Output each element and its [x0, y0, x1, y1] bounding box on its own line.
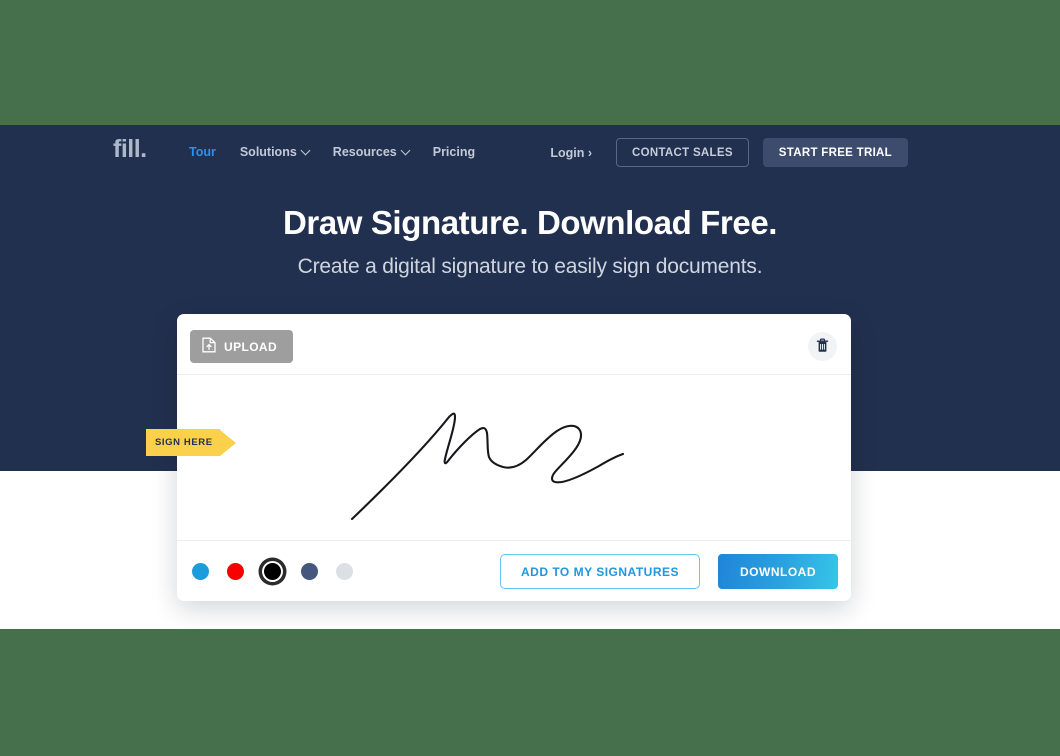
chevron-down-icon: [400, 145, 411, 155]
screenshot-viewport: fill. Tour Solutions Resources Pricing L…: [0, 0, 1060, 756]
nav-item-tour-label: Tour: [189, 145, 216, 159]
signature-drawing: [350, 412, 625, 521]
color-swatch-slate[interactable]: [301, 563, 318, 580]
signature-card-header: UPLOAD: [177, 314, 851, 375]
nav-item-pricing-label: Pricing: [432, 145, 476, 159]
nav-links: Tour Solutions Resources Pricing: [189, 145, 475, 159]
nav-item-solutions-label: Solutions: [239, 145, 297, 159]
nav-item-resources[interactable]: Resources: [332, 145, 411, 159]
nav-item-solutions[interactable]: Solutions: [239, 145, 311, 159]
footer-actions: ADD TO MY SIGNATURES DOWNLOAD: [499, 554, 838, 589]
delete-signature-button[interactable]: [808, 332, 837, 361]
nav-item-tour[interactable]: Tour: [189, 145, 216, 159]
signature-card: UPLOAD SIGN HERE ADD TO MY SIGNATURES DO…: [146, 314, 851, 601]
web-page: fill. Tour Solutions Resources Pricing L…: [0, 125, 1060, 629]
sign-here-arrow-icon: [219, 429, 236, 456]
download-button[interactable]: DOWNLOAD: [718, 554, 838, 589]
color-swatch-light-gray[interactable]: [336, 563, 353, 580]
site-logo[interactable]: fill.: [113, 137, 147, 162]
signature-canvas[interactable]: SIGN HERE: [146, 375, 851, 541]
upload-button-label: UPLOAD: [224, 339, 278, 354]
trash-icon: [816, 337, 829, 356]
nav-item-resources-label: Resources: [332, 145, 397, 159]
color-swatch-blue[interactable]: [192, 563, 209, 580]
sign-here-tag: SIGN HERE: [146, 429, 236, 456]
color-swatch-black[interactable]: [262, 561, 283, 582]
document-upload-icon: [202, 337, 216, 356]
page-subtitle: Create a digital signature to easily sig…: [297, 255, 763, 278]
page-title: Draw Signature. Download Free.: [282, 204, 778, 241]
nav-item-pricing[interactable]: Pricing: [433, 145, 475, 159]
top-navbar: fill. Tour Solutions Resources Pricing L…: [0, 125, 1060, 181]
color-swatches: [192, 561, 353, 582]
chevron-down-icon: [300, 145, 311, 155]
navbar-actions: Login › CONTACT SALES START FREE TRIAL: [550, 138, 908, 167]
upload-button[interactable]: UPLOAD: [190, 330, 294, 363]
start-free-trial-button[interactable]: START FREE TRIAL: [762, 138, 908, 167]
signature-card-footer: ADD TO MY SIGNATURES DOWNLOAD: [177, 541, 851, 600]
sign-here-label: SIGN HERE: [146, 429, 220, 456]
add-to-my-signatures-button[interactable]: ADD TO MY SIGNATURES: [499, 554, 700, 589]
color-swatch-red[interactable]: [227, 563, 244, 580]
contact-sales-button[interactable]: CONTACT SALES: [616, 138, 749, 167]
login-link[interactable]: Login ›: [550, 146, 592, 160]
